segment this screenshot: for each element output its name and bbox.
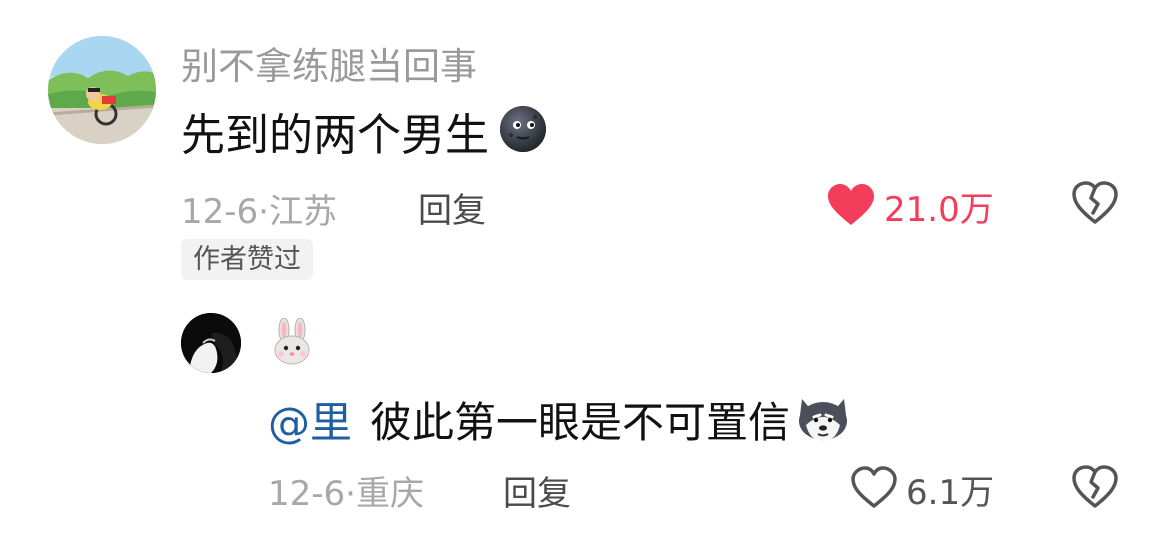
dislike-button[interactable] bbox=[1071, 180, 1119, 230]
reply-like-button[interactable]: 6.1万 bbox=[850, 465, 994, 514]
meta-separator: · bbox=[258, 192, 269, 232]
heart-filled-icon bbox=[826, 183, 876, 231]
reply-like-count: 6.1万 bbox=[906, 473, 995, 513]
avatar-image bbox=[48, 36, 156, 144]
broken-heart-icon bbox=[1072, 181, 1118, 224]
comment-username[interactable]: 别不拿练腿当回事 bbox=[181, 36, 477, 90]
comment-meta: 12-6·江苏 bbox=[181, 184, 337, 233]
like-button[interactable]: 21.0万 bbox=[826, 182, 994, 231]
comment-location: 江苏 bbox=[268, 192, 337, 232]
reply-location: 重庆 bbox=[355, 474, 424, 514]
comment-date: 12-6 bbox=[181, 192, 259, 232]
heart-outline-icon bbox=[850, 465, 898, 514]
moon-face-icon bbox=[495, 104, 551, 168]
author-liked-badge: 作者赞过 bbox=[181, 239, 313, 280]
comment-text-row: 先到的两个男生 bbox=[181, 104, 551, 168]
reply-date: 12-6 bbox=[268, 474, 346, 514]
reply-reply-button[interactable]: 回复 bbox=[503, 466, 571, 515]
rabbit-face-icon[interactable] bbox=[268, 317, 316, 370]
reply-text: 彼此第一眼是不可置信 bbox=[370, 397, 791, 447]
reply-meta: 12-6·重庆 bbox=[268, 466, 424, 515]
reply-button[interactable]: 回复 bbox=[418, 183, 486, 232]
avatar[interactable] bbox=[48, 36, 156, 144]
reply-dislike-button[interactable] bbox=[1071, 464, 1119, 514]
comment-text: 先到的两个男生 bbox=[181, 110, 489, 161]
reply-avatar[interactable] bbox=[181, 313, 241, 373]
reply-avatar-image bbox=[181, 313, 241, 373]
meta-separator: · bbox=[345, 474, 356, 514]
reply-text-row: @里 彼此第一眼是不可置信 bbox=[268, 389, 852, 456]
like-count: 21.0万 bbox=[884, 190, 994, 230]
husky-face-icon bbox=[794, 389, 852, 456]
broken-heart-icon bbox=[1072, 465, 1118, 508]
mention-link[interactable]: @里 bbox=[268, 396, 352, 450]
